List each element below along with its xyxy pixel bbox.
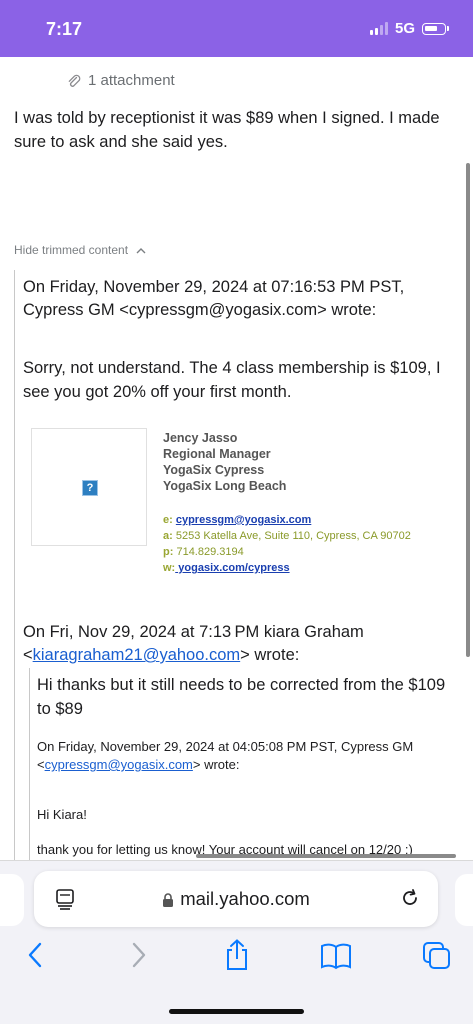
url-text: mail.yahoo.com xyxy=(180,888,310,909)
web-label: w: xyxy=(163,562,176,574)
network-label: 5G xyxy=(394,20,415,37)
previous-tab-peek[interactable] xyxy=(0,874,24,926)
quote2-header-suffix: > wrote: xyxy=(240,646,300,664)
signature-studio-1: YogaSix Cypress xyxy=(163,463,265,477)
signature-title: Regional Manager xyxy=(163,447,271,461)
battery-icon xyxy=(422,22,446,35)
status-bar: 7:17 5G xyxy=(0,0,473,57)
address-label: a: xyxy=(163,530,173,542)
signature-web-link[interactable]: yogasix.com/cypress xyxy=(175,562,289,574)
signature-block: Jency Jasso Regional Manager YogaSix Cyp… xyxy=(163,430,286,494)
status-indicators: 5G xyxy=(369,20,449,37)
address-bar[interactable]: mail.yahoo.com xyxy=(34,871,438,927)
url-display: mail.yahoo.com xyxy=(34,888,438,910)
signature-contact: e: cypressgm@yogasix.com a: 5253 Katella… xyxy=(163,512,411,576)
attachment-link[interactable]: 1 attachment xyxy=(66,72,175,89)
share-icon[interactable] xyxy=(222,938,252,972)
cypress-email-link[interactable]: cypressgm@yogasix.com xyxy=(45,757,193,772)
signature-phone: 714.829.3194 xyxy=(176,546,244,558)
bookmarks-icon[interactable] xyxy=(319,941,353,971)
paperclip-icon xyxy=(68,74,81,87)
quote2-header: On Fri, Nov 29, 2024 at 7:13 PM kiara Gr… xyxy=(23,621,463,667)
email-body: I was told by receptionist it was $89 wh… xyxy=(14,109,440,151)
horizontal-scrollbar[interactable] xyxy=(196,854,456,858)
vertical-scrollbar[interactable] xyxy=(466,163,470,657)
status-time: 7:17 xyxy=(46,19,83,39)
reload-icon[interactable] xyxy=(398,886,422,910)
quote3-header: On Friday, November 29, 2024 at 04:05:08… xyxy=(37,738,462,774)
quote3-greeting: Hi Kiara! xyxy=(37,807,87,822)
forward-icon[interactable] xyxy=(128,940,148,970)
quote3-header-suffix: > wrote: xyxy=(192,757,240,772)
battery-tip xyxy=(447,26,449,31)
quote1-header: On Friday, November 29, 2024 at 07:16:53… xyxy=(23,278,405,319)
tabs-icon[interactable] xyxy=(421,940,453,972)
attachment-label: 1 attachment xyxy=(88,72,175,89)
hide-trimmed-label: Hide trimmed content xyxy=(14,243,129,257)
signature-email-link[interactable]: cypressgm@yogasix.com xyxy=(176,514,311,526)
lock-icon xyxy=(163,892,174,907)
email-label: e: xyxy=(163,514,173,526)
signature-name: Jency Jasso xyxy=(163,431,238,445)
next-tab-peek[interactable] xyxy=(455,874,473,926)
signature-studio-2: YogaSix Long Beach xyxy=(163,479,287,493)
signature-image-placeholder: ? xyxy=(31,428,147,546)
quote2-message: Hi thanks but it still needs to be corre… xyxy=(37,676,446,718)
signature-address: 5253 Katella Ave, Suite 110, Cypress, CA… xyxy=(175,530,411,542)
back-icon[interactable] xyxy=(26,940,46,970)
hide-trimmed-toggle[interactable]: Hide trimmed content xyxy=(14,243,146,257)
signal-icon xyxy=(369,22,388,35)
phone-label: p: xyxy=(163,546,174,558)
chevron-up-icon xyxy=(136,247,146,253)
kiara-email-link[interactable]: kiaragraham21@yahoo.com xyxy=(33,646,241,664)
broken-image-icon: ? xyxy=(82,480,98,496)
quote1-message: Sorry, not understand. The 4 class membe… xyxy=(23,359,441,401)
home-indicator xyxy=(169,1009,304,1014)
